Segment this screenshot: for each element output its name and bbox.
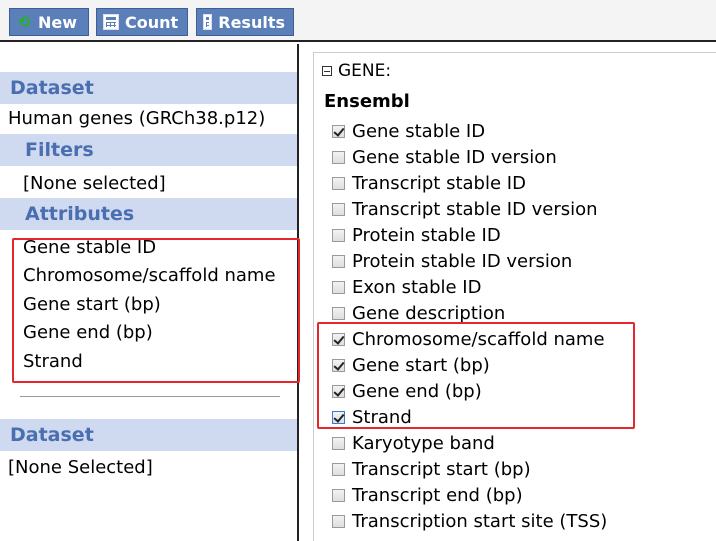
attribute-option[interactable]: Protein stable ID version bbox=[332, 248, 607, 274]
attributes-header[interactable]: Attributes bbox=[0, 198, 297, 230]
toolbar: ⟲ New Count Results bbox=[0, 0, 716, 42]
attribute-option-label: Protein stable ID version bbox=[352, 250, 573, 272]
ensembl-group-label: Ensembl bbox=[324, 91, 410, 112]
collapse-icon[interactable] bbox=[322, 66, 332, 76]
gene-section-label: GENE: bbox=[338, 61, 392, 81]
checkbox[interactable] bbox=[332, 202, 345, 216]
attribute-option[interactable]: Exon stable ID bbox=[332, 274, 607, 300]
attribute-option-label: Karyotype band bbox=[352, 432, 495, 454]
checkbox[interactable] bbox=[332, 436, 345, 450]
count-button[interactable]: Count bbox=[96, 8, 188, 36]
attribute-option-label: Transcription start site (TSS) bbox=[352, 510, 608, 532]
divider bbox=[20, 396, 280, 397]
results-button-label: Results bbox=[218, 12, 285, 32]
attribute-option[interactable]: Protein stable ID bbox=[332, 222, 607, 248]
checkbox[interactable] bbox=[332, 254, 345, 268]
checkbox[interactable] bbox=[332, 228, 345, 242]
checkbox[interactable] bbox=[332, 176, 345, 190]
calculator-icon bbox=[103, 14, 119, 30]
checkbox[interactable] bbox=[332, 150, 345, 164]
attribute-option[interactable]: Gene stable ID version bbox=[332, 144, 607, 170]
dataset2-value[interactable]: [None Selected] bbox=[8, 457, 153, 478]
refresh-icon: ⟲ bbox=[17, 13, 31, 31]
attribute-option-label: Gene stable ID version bbox=[352, 146, 557, 168]
attribute-option-label: Transcript end (bp) bbox=[352, 484, 523, 506]
attribute-option-label: Exon stable ID bbox=[352, 276, 482, 298]
filters-header[interactable]: Filters bbox=[0, 134, 297, 166]
dataset2-header[interactable]: Dataset bbox=[0, 419, 297, 451]
count-button-label: Count bbox=[125, 12, 179, 32]
attribute-option-label: Transcript stable ID version bbox=[352, 198, 598, 220]
attribute-option-label: Gene description bbox=[352, 302, 506, 324]
attribute-option-label: Transcript start (bp) bbox=[352, 458, 531, 480]
summary-panel: Dataset Human genes (GRCh38.p12) Filters… bbox=[0, 44, 300, 541]
attribute-option[interactable]: Transcript stable ID version bbox=[332, 196, 607, 222]
attribute-option[interactable]: Transcript start (bp) bbox=[332, 456, 607, 482]
dataset-value[interactable]: Human genes (GRCh38.p12) bbox=[8, 108, 265, 129]
checkbox[interactable] bbox=[332, 280, 345, 294]
checkbox[interactable] bbox=[332, 462, 345, 476]
filters-value: [None selected] bbox=[23, 173, 166, 194]
attribute-option-label: Gene stable ID bbox=[352, 120, 486, 142]
attribute-option-label: Protein stable ID bbox=[352, 224, 501, 246]
checkbox[interactable] bbox=[332, 124, 345, 138]
results-button[interactable]: Results bbox=[196, 8, 294, 36]
attribute-option-label: Transcript stable ID bbox=[352, 172, 526, 194]
attribute-option[interactable]: Karyotype band bbox=[332, 430, 607, 456]
attribute-panel: GENE: Ensembl Gene stable ID Gene stable… bbox=[313, 52, 716, 541]
attribute-option[interactable]: Transcription start site (TSS) bbox=[332, 508, 607, 534]
checkbox[interactable] bbox=[332, 488, 345, 502]
attribute-option[interactable]: Gene stable ID bbox=[332, 118, 607, 144]
highlight-box bbox=[12, 238, 300, 383]
attribute-option[interactable]: Transcript stable ID bbox=[332, 170, 607, 196]
new-button-label: New bbox=[38, 12, 78, 32]
table-icon bbox=[203, 14, 213, 30]
attribute-option[interactable]: Transcript end (bp) bbox=[332, 482, 607, 508]
dataset-header[interactable]: Dataset bbox=[0, 72, 297, 104]
new-button[interactable]: ⟲ New bbox=[9, 8, 89, 36]
highlight-box bbox=[317, 322, 635, 429]
gene-section-toggle[interactable]: GENE: bbox=[322, 61, 391, 81]
checkbox[interactable] bbox=[332, 306, 345, 320]
checkbox[interactable] bbox=[332, 514, 345, 528]
